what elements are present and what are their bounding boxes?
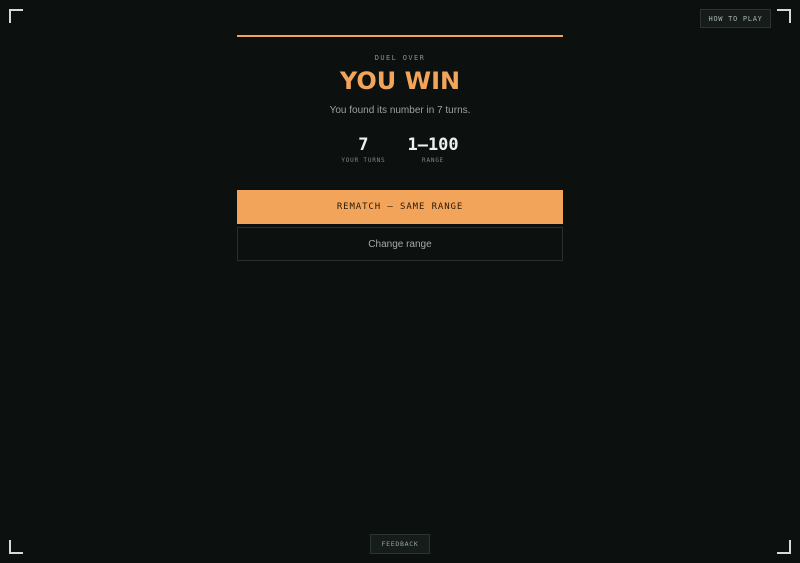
stat-label: RANGE xyxy=(422,157,445,164)
result-eyebrow: DUEL OVER xyxy=(374,54,426,62)
stat-range: 1–100 RANGE xyxy=(407,135,458,164)
change-range-button[interactable]: Change range xyxy=(237,227,563,261)
frame-corner-top-left xyxy=(9,9,23,23)
result-panel: DUEL OVER YOU WIN You found its number i… xyxy=(237,35,563,261)
rematch-button[interactable]: REMATCH — SAME RANGE xyxy=(237,190,563,224)
how-to-play-button[interactable]: HOW TO PLAY xyxy=(700,9,771,28)
frame-corner-bottom-left xyxy=(9,540,23,554)
stat-your-turns: 7 YOUR TURNS xyxy=(341,135,385,164)
frame-corner-top-right xyxy=(777,9,791,23)
result-title: YOU WIN xyxy=(339,67,461,95)
result-subtitle: You found its number in 7 turns. xyxy=(329,105,471,116)
stats-row: 7 YOUR TURNS 1–100 RANGE xyxy=(237,135,563,164)
accent-divider xyxy=(237,35,563,37)
frame-corner-bottom-right xyxy=(777,540,791,554)
stat-value: 1–100 xyxy=(407,135,459,155)
feedback-button[interactable]: FEEDBACK xyxy=(370,534,430,554)
stat-label: YOUR TURNS xyxy=(341,157,386,164)
stat-value: 7 xyxy=(358,135,369,155)
